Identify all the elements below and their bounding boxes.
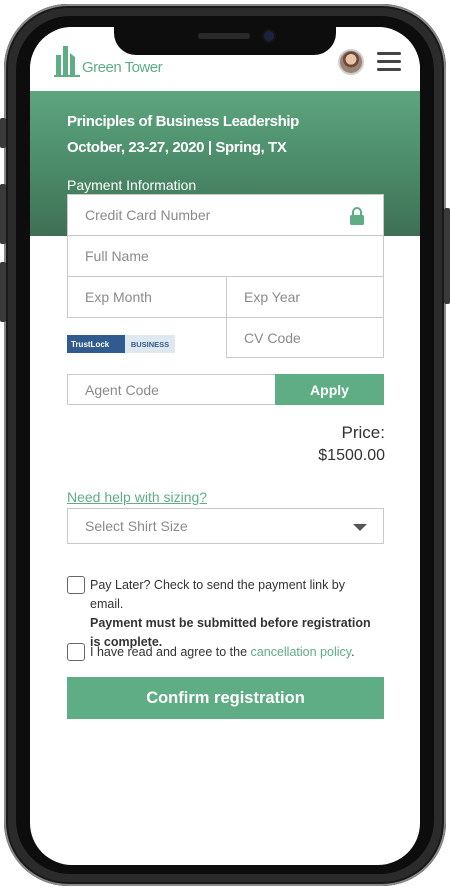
exp-month-placeholder: Exp Month bbox=[85, 289, 152, 305]
shirt-size-select[interactable]: Select Shirt Size bbox=[67, 508, 384, 544]
confirm-registration-button[interactable]: Confirm registration bbox=[67, 677, 384, 719]
pay-later-line2: Payment must be submitted before registr… bbox=[90, 616, 371, 630]
price-label: Price: bbox=[341, 423, 385, 442]
pay-later-checkbox[interactable] bbox=[67, 576, 85, 594]
agree-prefix: I have read and agree to the bbox=[90, 645, 251, 659]
phone-volume-down-button bbox=[0, 262, 6, 322]
phone-power-button bbox=[444, 208, 450, 304]
brand-name: Green Tower bbox=[82, 59, 163, 76]
phone-side-button bbox=[0, 118, 6, 148]
camera bbox=[264, 31, 274, 41]
trustlock-badge-left: TrustLock bbox=[67, 335, 125, 353]
speaker bbox=[198, 33, 250, 39]
credit-card-number-placeholder: Credit Card Number bbox=[85, 207, 211, 223]
exp-year-field[interactable]: Exp Year bbox=[226, 276, 384, 318]
pay-later-text: Pay Later? Check to send the payment lin… bbox=[90, 576, 380, 652]
agree-suffix: . bbox=[351, 645, 355, 659]
trustlock-badge-right: BUSINESS bbox=[125, 335, 175, 353]
lock-icon bbox=[350, 207, 364, 225]
agree-text: I have read and agree to the cancellatio… bbox=[90, 643, 380, 662]
agent-code-placeholder: Agent Code bbox=[85, 381, 159, 398]
avatar[interactable] bbox=[338, 49, 364, 75]
dropdown-arrow-icon bbox=[353, 524, 367, 531]
apply-button[interactable]: Apply bbox=[275, 374, 384, 405]
agent-code-field[interactable]: Agent Code bbox=[67, 374, 276, 405]
agree-checkbox[interactable] bbox=[67, 643, 85, 661]
event-date-location: October, 23-27, 2020 | Spring, TX bbox=[67, 139, 287, 156]
phone-notch bbox=[114, 27, 336, 55]
payment-section-label: Payment Information bbox=[67, 177, 197, 193]
exp-year-placeholder: Exp Year bbox=[244, 289, 301, 305]
cv-code-placeholder: CV Code bbox=[244, 329, 301, 346]
hamburger-menu-icon[interactable] bbox=[377, 52, 401, 72]
tower-logo-icon bbox=[54, 46, 80, 77]
event-title: Principles of Business Leadership bbox=[67, 113, 299, 130]
phone-volume-up-button bbox=[0, 184, 6, 244]
trustlock-badge: TrustLock BUSINESS bbox=[67, 335, 175, 353]
shirt-size-placeholder: Select Shirt Size bbox=[85, 518, 188, 534]
full-name-field[interactable]: Full Name bbox=[67, 235, 384, 277]
cancellation-policy-link[interactable]: cancellation policy bbox=[251, 645, 352, 659]
pay-later-line1: Pay Later? Check to send the payment lin… bbox=[90, 578, 346, 611]
full-name-placeholder: Full Name bbox=[85, 248, 149, 264]
credit-card-number-field[interactable]: Credit Card Number bbox=[67, 194, 384, 236]
price-value: $1500.00 bbox=[318, 447, 385, 464]
cv-code-field[interactable]: CV Code bbox=[226, 317, 384, 358]
exp-month-field[interactable]: Exp Month bbox=[67, 276, 227, 318]
sizing-help-link[interactable]: Need help with sizing? bbox=[67, 489, 207, 505]
phone-screen: Green Tower Principles of Business Leade… bbox=[30, 27, 420, 865]
